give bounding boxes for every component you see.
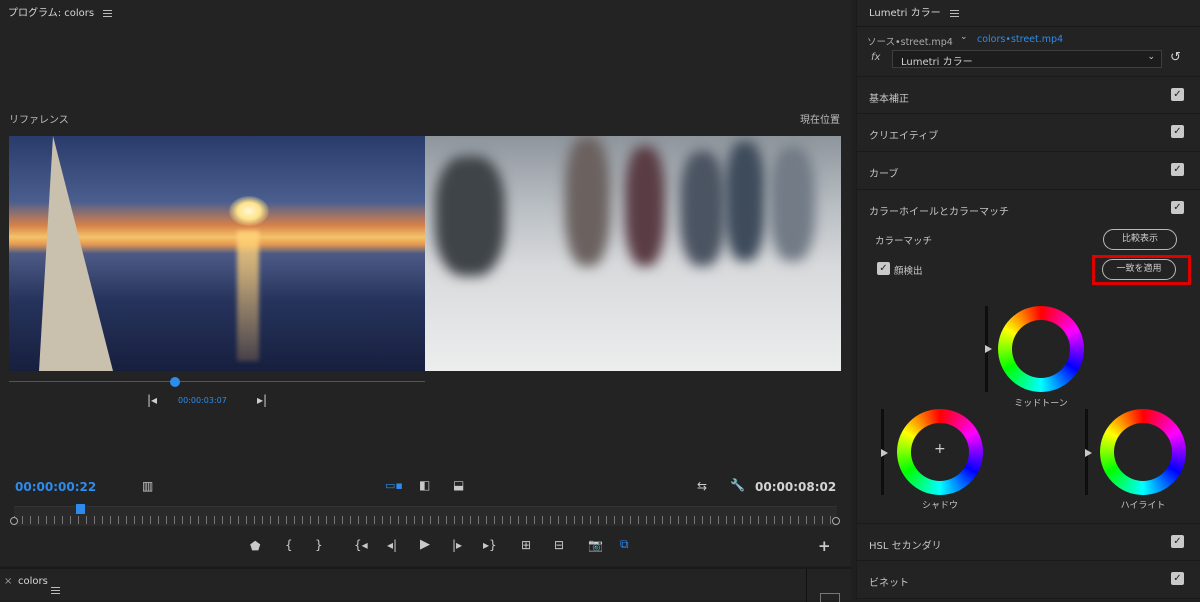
button-editor-icon[interactable]: +	[818, 539, 831, 554]
shadow-slider-handle[interactable]	[881, 449, 888, 457]
color-match-label: カラーマッチ	[875, 236, 933, 247]
chevron-down-icon[interactable]: ⌄	[960, 32, 968, 42]
midtone-label: ミッドトーン	[1014, 399, 1068, 409]
reference-timecode: 00:00:03:07	[178, 396, 227, 405]
add-marker-icon[interactable]: ⬟	[250, 540, 260, 552]
reference-scrub-bar[interactable]	[9, 381, 425, 382]
panel-menu-icon[interactable]	[949, 9, 959, 17]
fx-badge-icon: fx	[871, 52, 881, 63]
timeline-panel: × colors	[0, 567, 851, 602]
swap-sides-icon[interactable]: ⇆	[697, 480, 707, 492]
export-frame-icon[interactable]: 📷	[588, 539, 603, 551]
section-checkbox[interactable]: ✓	[1171, 88, 1184, 101]
reference-scrub-handle[interactable]	[170, 377, 181, 387]
highlight-slider-handle[interactable]	[1085, 449, 1092, 457]
reference-label: リファレンス	[9, 115, 69, 126]
extract-icon[interactable]: ⊟	[554, 539, 564, 551]
grid-icon[interactable]	[820, 593, 840, 602]
play-icon[interactable]: ▶	[420, 538, 430, 551]
person-blur	[680, 151, 725, 266]
divider	[806, 569, 807, 602]
section-label: HSL セカンダリ	[869, 541, 942, 552]
panel-menu-icon[interactable]	[103, 9, 113, 17]
step-forward-icon[interactable]: |▸	[452, 539, 462, 551]
section-hsl-secondary[interactable]: HSL セカンダリ ✓	[857, 523, 1200, 561]
go-to-in-icon[interactable]: |◂	[147, 394, 157, 406]
section-basic-correction[interactable]: 基本補正 ✓	[857, 76, 1200, 114]
midtone-color-wheel[interactable]	[998, 306, 1084, 392]
shadow-color-wheel[interactable]: +	[897, 409, 983, 495]
person-blur	[565, 136, 610, 266]
program-title-text: プログラム: colors	[8, 8, 95, 19]
current-timecode[interactable]: 00:00:00:22	[15, 480, 96, 494]
section-vignette[interactable]: ビネット ✓	[857, 561, 1200, 599]
source-clip-tab[interactable]: ソース•street.mp4	[867, 34, 953, 48]
effect-select[interactable]: Lumetri カラー ⌄	[892, 50, 1162, 68]
section-checkbox[interactable]: ✓	[1171, 535, 1184, 548]
current-position-label: 現在位置	[800, 115, 840, 126]
sun-reflection	[237, 231, 259, 361]
comparison-view-icon[interactable]: ▭▪	[385, 480, 403, 491]
section-curves[interactable]: カーブ ✓	[857, 152, 1200, 190]
shadow-label: シャドウ	[921, 501, 958, 511]
wrench-icon[interactable]: 🔧	[730, 479, 745, 491]
chevron-down-icon: ⌄	[1147, 52, 1155, 62]
section-label: カーブ	[869, 169, 899, 180]
midtone-slider-handle[interactable]	[985, 345, 992, 353]
target-clip-tab[interactable]: colors•street.mp4	[977, 34, 1063, 45]
ruler-ticks	[14, 516, 837, 524]
car-blur	[435, 156, 505, 276]
section-label: 基本補正	[869, 94, 909, 105]
face-detect-checkbox[interactable]: ✓	[877, 262, 890, 275]
program-monitor: プログラム: colors リファレンス 現在位置 |◂ 00:00:03:07…	[0, 0, 851, 566]
reference-frame	[9, 136, 425, 371]
go-to-out-icon[interactable]: ▸|	[257, 394, 267, 406]
ruler-end-handle[interactable]	[832, 517, 840, 525]
fit-icon[interactable]: ▥	[142, 480, 153, 492]
side-by-side-icon[interactable]: ◧	[419, 479, 430, 491]
program-panel-title[interactable]: プログラム: colors	[8, 4, 113, 19]
playhead[interactable]	[75, 504, 85, 514]
current-frame	[425, 136, 841, 371]
section-color-wheels[interactable]: カラーホイールとカラーマッチ ✓	[857, 190, 1200, 228]
divider	[857, 26, 1200, 27]
close-tab-icon[interactable]: ×	[4, 576, 12, 587]
effect-select-value: Lumetri カラー	[901, 57, 973, 68]
step-back-icon[interactable]: ◂|	[387, 539, 397, 551]
highlight-label: ハイライト	[1120, 501, 1166, 511]
person-blur	[625, 146, 665, 266]
go-to-out-point-icon[interactable]: ▸}	[483, 539, 497, 551]
ruler-start-handle[interactable]	[10, 517, 18, 525]
section-creative[interactable]: クリエイティブ ✓	[857, 114, 1200, 152]
compare-view-button[interactable]: 比較表示	[1103, 229, 1177, 250]
lumetri-title-text: Lumetri カラー	[869, 8, 941, 19]
lumetri-color-panel: Lumetri カラー ソース•street.mp4 ⌄ colors•stre…	[856, 0, 1200, 600]
mark-out-icon[interactable]: }	[315, 539, 323, 551]
duration-timecode: 00:00:08:02	[755, 480, 837, 494]
person-blur	[770, 146, 815, 261]
section-checkbox[interactable]: ✓	[1171, 572, 1184, 585]
panel-menu-icon[interactable]	[51, 587, 60, 594]
timeline-tab[interactable]: colors	[18, 576, 48, 587]
lumetri-panel-title[interactable]: Lumetri カラー	[869, 4, 959, 19]
section-label: クリエイティブ	[869, 131, 939, 142]
sail-shape	[39, 136, 113, 371]
sun-shape	[229, 196, 269, 226]
go-to-in-point-icon[interactable]: {◂	[354, 539, 368, 551]
section-checkbox[interactable]: ✓	[1171, 125, 1184, 138]
section-label: ビネット	[869, 578, 909, 589]
reset-icon[interactable]: ↺	[1170, 50, 1181, 65]
apply-match-button[interactable]: 一致を適用	[1102, 259, 1176, 280]
highlight-color-wheel[interactable]	[1100, 409, 1186, 495]
face-detect-label: 顔検出	[894, 266, 923, 277]
split-view-icon[interactable]: ⬓	[453, 479, 464, 491]
section-checkbox[interactable]: ✓	[1171, 201, 1184, 214]
section-label: カラーホイールとカラーマッチ	[869, 207, 1009, 218]
comparison-toggle-icon[interactable]: ⧉	[620, 538, 629, 550]
mark-in-icon[interactable]: {	[285, 539, 293, 551]
person-blur	[725, 141, 765, 261]
section-checkbox[interactable]: ✓	[1171, 163, 1184, 176]
wheel-center-icon: +	[934, 441, 946, 457]
lift-icon[interactable]: ⊞	[521, 539, 531, 551]
